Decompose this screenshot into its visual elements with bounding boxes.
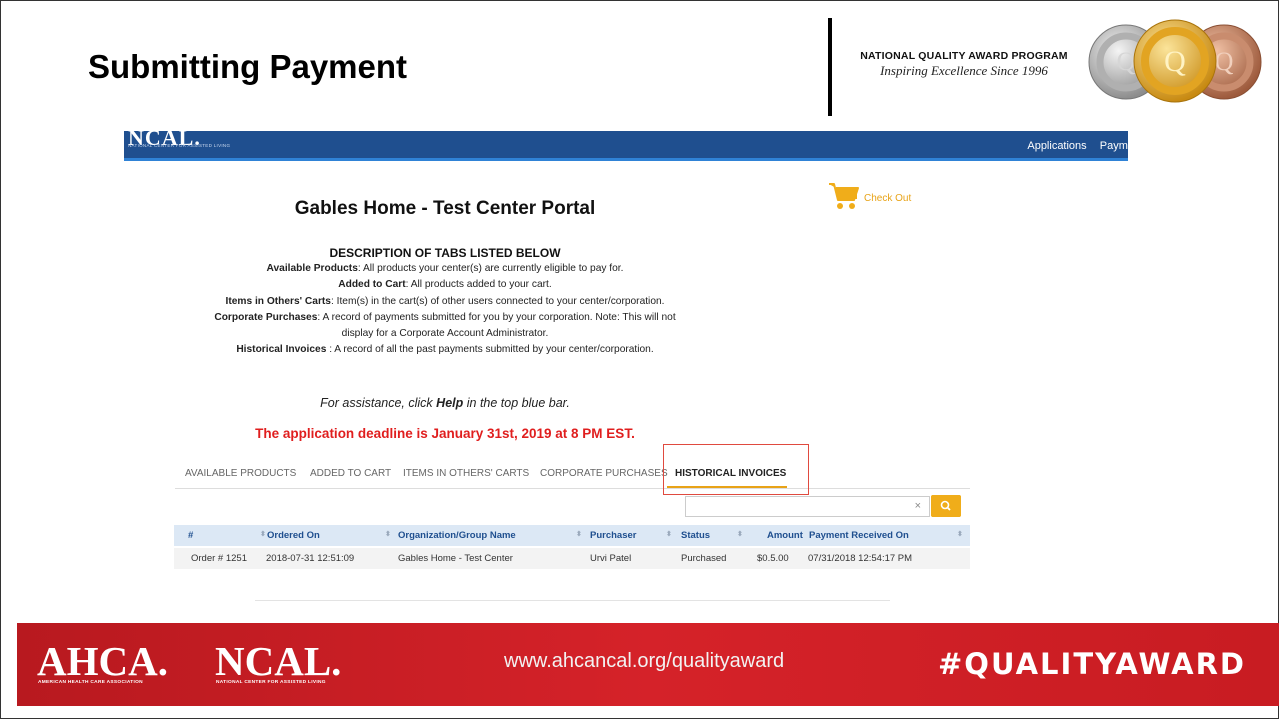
svg-text:Q: Q [1164, 45, 1186, 78]
description-historical-invoices: Historical Invoices : A record of all th… [236, 344, 654, 356]
column-header-organization[interactable]: Organization/Group Name [398, 530, 516, 541]
help-keyword: Help [436, 396, 464, 410]
nav-link-applications[interactable]: Applications [1027, 140, 1086, 152]
footer-hashtag: #QUALITYAWARD [938, 647, 1246, 681]
cell-status: Purchased [681, 553, 727, 564]
table-header: # ⬍ Ordered On ⬍ Organization/Group Name… [174, 525, 970, 546]
cell-payment-received: 07/31/2018 12:54:17 PM [808, 553, 913, 564]
sort-icon[interactable]: ⬍ [957, 530, 963, 538]
description-available-products: Available Products: All products your ce… [266, 263, 624, 275]
table-row[interactable]: Order # 1251 2018-07-31 12:51:09 Gables … [174, 548, 970, 569]
tab-available-products[interactable]: AVAILABLE PRODUCTS [185, 468, 296, 479]
column-header-payment-received[interactable]: Payment Received On [809, 530, 909, 541]
tab-added-to-cart[interactable]: ADDED TO CART [310, 468, 391, 479]
close-icon[interactable]: × [915, 500, 921, 512]
ncal-logo[interactable]: NCAL. [128, 131, 201, 151]
sort-icon[interactable]: ⬍ [260, 530, 266, 538]
header-divider [828, 18, 832, 116]
ncal-footer-logo-subtitle: NATIONAL CENTER FOR ASSISTED LIVING [216, 680, 326, 685]
cell-organization: Gables Home - Test Center [398, 553, 513, 564]
nav-link-payments[interactable]: Payme [1100, 140, 1128, 152]
description-heading: DESCRIPTION OF TABS LISTED BELOW [329, 246, 561, 260]
tab-descriptions: DESCRIPTION OF TABS LISTED BELOW Availab… [180, 245, 710, 358]
top-nav-bar: NCAL. NATIONAL CENTER FOR ASSISTED LIVIN… [124, 131, 1128, 161]
cell-order-number: Order # 1251 [191, 553, 247, 564]
description-corporate-purchases: Corporate Purchases: A record of payment… [214, 311, 676, 340]
ncal-footer-logo: NCAL. [215, 638, 342, 684]
footer-banner: AHCA. AMERICAN HEALTH CARE ASSOCIATION N… [17, 623, 1279, 706]
column-header-amount[interactable]: Amount [767, 530, 803, 541]
sort-icon[interactable]: ⬍ [385, 530, 391, 538]
slide-title: Submitting Payment [88, 48, 408, 85]
ahca-logo-subtitle: AMERICAN HEALTH CARE ASSOCIATION [38, 680, 143, 685]
column-header-number[interactable]: # [188, 530, 193, 541]
column-header-purchaser[interactable]: Purchaser [590, 530, 636, 541]
program-logo-block: NATIONAL QUALITY AWARD PROGRAM Inspiring… [849, 50, 1079, 79]
cell-purchaser: Urvi Patel [590, 553, 632, 564]
description-others-carts: Items in Others' Carts: Item(s) in the c… [225, 295, 665, 307]
search-icon[interactable] [931, 495, 961, 517]
slide-frame [0, 0, 1279, 719]
ncal-logo-subtitle: NATIONAL CENTER FOR ASSISTED LIVING [128, 143, 231, 148]
sort-icon[interactable]: ⬍ [666, 530, 672, 538]
sort-icon[interactable]: ⬍ [737, 530, 743, 538]
footer-url: www.ahcancal.org/qualityaward [504, 650, 785, 672]
deadline-notice: The application deadline is January 31st… [255, 426, 635, 441]
ahca-logo: AHCA. [37, 638, 168, 684]
tab-corporate-purchases[interactable]: CORPORATE PURCHASES [540, 468, 668, 479]
gold-medal-icon: Q [1133, 19, 1217, 103]
description-added-to-cart: Added to Cart: All products added to you… [338, 279, 552, 291]
award-medals-icon: Q Q Q [1088, 19, 1262, 103]
tab-bar: AVAILABLE PRODUCTS ADDED TO CART ITEMS I… [175, 463, 970, 489]
nav-links: Applications Payme [1017, 140, 1128, 152]
search-input[interactable]: × [685, 496, 930, 517]
column-header-status[interactable]: Status [681, 530, 710, 541]
table-divider [255, 600, 890, 601]
sort-icon[interactable]: ⬍ [576, 530, 582, 538]
shopping-cart-icon[interactable] [828, 181, 860, 211]
portal-title: Gables Home - Test Center Portal [294, 198, 596, 219]
cell-amount: $0.5.00 [757, 553, 789, 564]
svg-text:Q: Q [1117, 47, 1136, 76]
svg-text:Q: Q [1215, 47, 1234, 76]
tab-items-in-others-carts[interactable]: ITEMS IN OTHERS' CARTS [403, 468, 529, 479]
cell-ordered-on: 2018-07-31 12:51:09 [266, 553, 355, 564]
highlight-box [663, 444, 809, 495]
column-header-ordered-on[interactable]: Ordered On [267, 530, 320, 541]
assistance-text: For assistance, click Help in the top bl… [320, 396, 570, 410]
program-name: NATIONAL QUALITY AWARD PROGRAM [860, 50, 1068, 62]
checkout-link[interactable]: Check Out [864, 193, 911, 204]
program-tagline: Inspiring Excellence Since 1996 [880, 63, 1048, 78]
